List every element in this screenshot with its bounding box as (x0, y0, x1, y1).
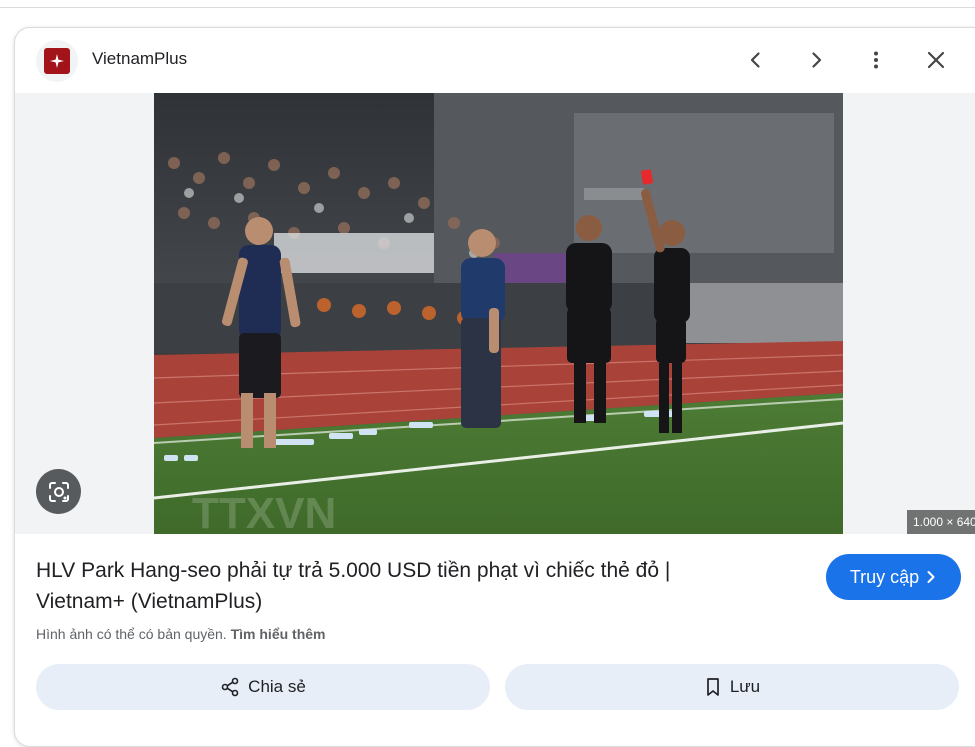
image-area: TTXVN 1.000 × 640 (15, 93, 975, 534)
share-icon (221, 677, 239, 697)
preview-image[interactable]: TTXVN (154, 93, 843, 534)
copyright-text: Hình ảnh có thể có bản quyền. (36, 626, 227, 642)
save-button-label: Lưu (729, 677, 761, 696)
close-icon (927, 51, 945, 69)
panel-header: VietnamPlus (15, 28, 975, 92)
top-divider (0, 0, 975, 8)
next-button[interactable] (798, 42, 834, 78)
chevron-right-icon (812, 52, 822, 68)
site-favicon[interactable] (36, 40, 78, 82)
close-button[interactable] (918, 42, 954, 78)
site-name[interactable]: VietnamPlus (92, 49, 187, 69)
more-vert-icon (874, 51, 878, 69)
watermark-text: TTXVN (192, 489, 336, 534)
image-dimensions: 1.000 × 640 (907, 510, 975, 534)
google-lens-button[interactable] (36, 469, 81, 514)
visit-button-label: Truy cập (849, 566, 920, 587)
learn-more-link[interactable]: Tìm hiểu thêm (231, 626, 326, 642)
save-button[interactable]: Lưu (505, 664, 959, 710)
football-match-photo: TTXVN (154, 93, 843, 534)
image-preview-panel: VietnamPlus TTXVN 1.000 × 640 HLV Park H… (14, 27, 975, 747)
visit-button[interactable]: Truy cập (826, 554, 961, 600)
person-head-coach (461, 229, 505, 428)
share-button-label: Chia sẻ (248, 677, 306, 696)
lens-icon (48, 481, 69, 502)
bookmark-icon (706, 678, 719, 696)
result-title[interactable]: HLV Park Hang-seo phải tự trả 5.000 USD … (36, 555, 756, 617)
copyright-notice: Hình ảnh có thể có bản quyền. Tìm hiểu t… (36, 626, 326, 642)
chevron-right-icon (927, 571, 935, 583)
vietnamplus-logo-icon (44, 48, 70, 74)
more-options-button[interactable] (858, 42, 894, 78)
chevron-left-icon (750, 52, 760, 68)
share-button[interactable]: Chia sẻ (36, 664, 490, 710)
previous-button[interactable] (738, 42, 774, 78)
